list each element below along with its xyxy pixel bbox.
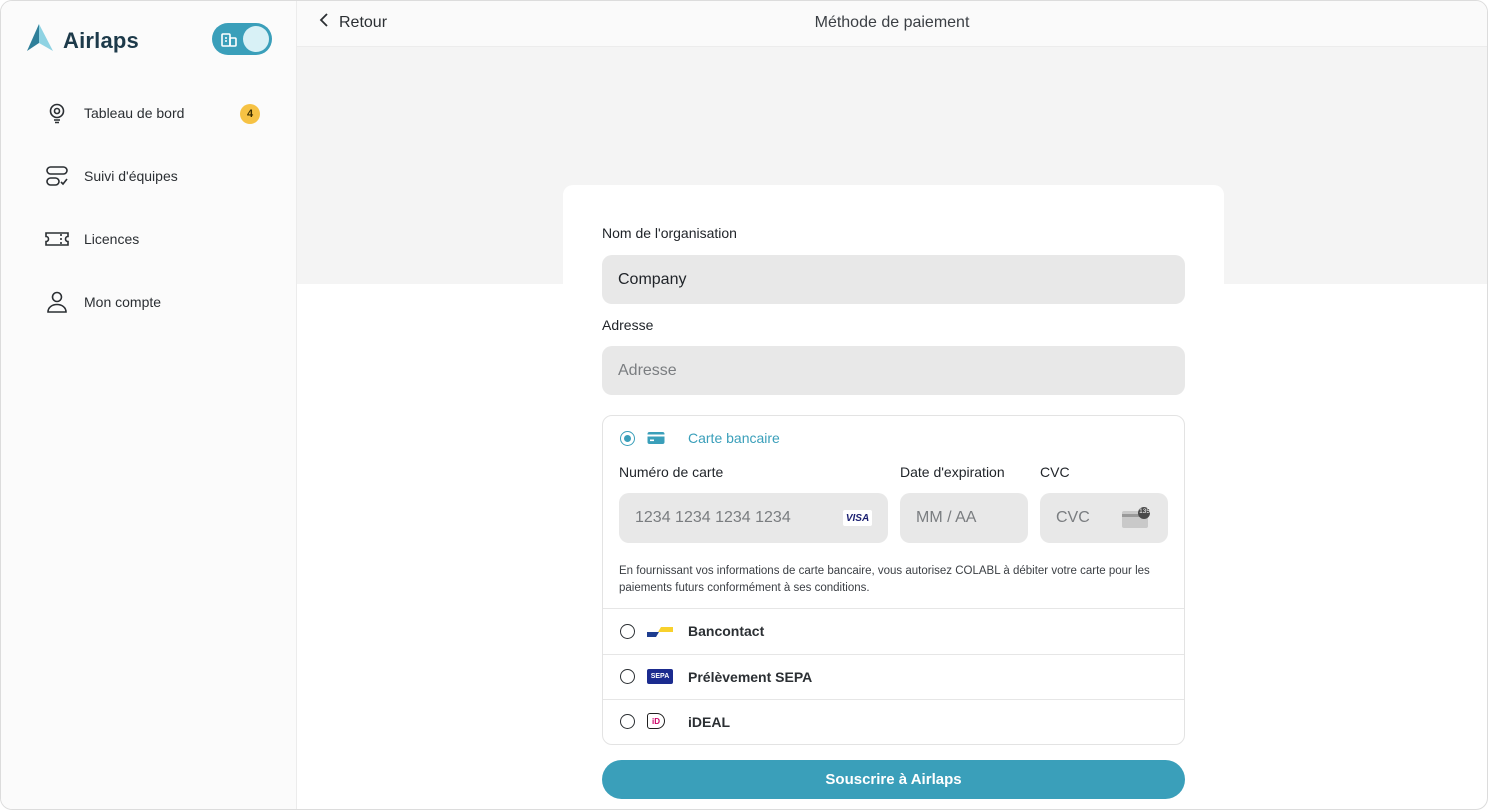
address-label: Adresse — [602, 317, 654, 333]
sidebar-item-team-tracking[interactable]: Suivi d'équipes — [45, 164, 178, 188]
bancontact-icon — [647, 625, 673, 643]
app-name: Airlaps — [63, 27, 139, 53]
expiry-label: Date d'expiration — [900, 464, 1005, 480]
card-option-label[interactable]: Carte bancaire — [688, 430, 780, 446]
notification-badge: 4 — [240, 104, 260, 124]
sepa-radio[interactable] — [620, 669, 635, 684]
card-radio[interactable] — [620, 431, 635, 446]
ideal-label: iDEAL — [688, 714, 730, 730]
org-name-label: Nom de l'organisation — [602, 225, 737, 241]
card-number-input[interactable]: 1234 1234 1234 1234 VISA — [619, 493, 888, 543]
sidebar-item-label: Tableau de bord — [84, 105, 185, 121]
bancontact-radio[interactable] — [620, 624, 635, 639]
credit-card-icon — [647, 431, 665, 450]
ideal-icon: iD — [647, 713, 665, 729]
payment-methods: Carte bancaire Numéro de carte Date d'ex… — [602, 415, 1185, 745]
sidebar-item-dashboard[interactable]: Tableau de bord — [45, 101, 184, 125]
user-icon — [45, 290, 69, 314]
expiry-input[interactable]: MM / AA — [900, 493, 1028, 543]
bancontact-label: Bancontact — [688, 623, 765, 639]
building-mode-toggle[interactable] — [212, 23, 272, 55]
card-number-label: Numéro de carte — [619, 464, 724, 480]
address-field[interactable]: Adresse — [602, 346, 1185, 395]
sidebar-item-label: Licences — [84, 231, 140, 247]
cvc-input[interactable]: CVC 135 — [1040, 493, 1168, 543]
airlaps-logo-icon — [25, 23, 55, 58]
cvc-label: CVC — [1040, 464, 1070, 480]
visa-icon: VISA — [843, 510, 872, 526]
sepa-icon: SEPA — [647, 669, 673, 684]
app-logo[interactable]: Airlaps — [25, 23, 139, 58]
sidebar-item-label: Suivi d'équipes — [84, 168, 178, 184]
building-icon — [220, 30, 238, 53]
page-title: Méthode de paiement — [814, 14, 970, 31]
lightbulb-icon — [45, 101, 69, 125]
sepa-option[interactable]: SEPA Prélèvement SEPA — [603, 655, 1184, 699]
ideal-radio[interactable] — [620, 714, 635, 729]
top-bar: Retour Méthode de paiement — [297, 1, 1487, 47]
sidebar: Airlaps Tableau de bord 4 Suivi d'équipe… — [1, 1, 297, 809]
app-window: Airlaps Tableau de bord 4 Suivi d'équipe… — [0, 0, 1488, 810]
payment-card: Nom de l'organisation Company Adresse Ad… — [563, 185, 1224, 809]
org-name-field[interactable]: Company — [602, 255, 1185, 304]
ticket-icon — [45, 227, 69, 251]
cvc-placeholder: CVC — [1056, 509, 1090, 526]
sepa-label: Prélèvement SEPA — [688, 669, 813, 685]
cvc-icon-text: 135 — [1139, 508, 1150, 515]
sidebar-item-label: Mon compte — [84, 294, 162, 310]
cvc-card-icon: 135 — [1122, 507, 1152, 529]
card-authorization-note: En fournissant vos informations de carte… — [619, 565, 1150, 594]
toggle-knob — [243, 26, 269, 52]
sidebar-item-licenses[interactable]: Licences — [45, 227, 139, 251]
bancontact-option[interactable]: Bancontact — [603, 609, 1184, 653]
subscribe-button[interactable]: Souscrire à Airlaps — [602, 760, 1185, 799]
card-number-placeholder: 1234 1234 1234 1234 — [635, 509, 791, 526]
ideal-option[interactable]: iD iDEAL — [603, 700, 1184, 744]
sidebar-item-account[interactable]: Mon compte — [45, 290, 161, 314]
team-tracking-icon — [45, 164, 69, 188]
